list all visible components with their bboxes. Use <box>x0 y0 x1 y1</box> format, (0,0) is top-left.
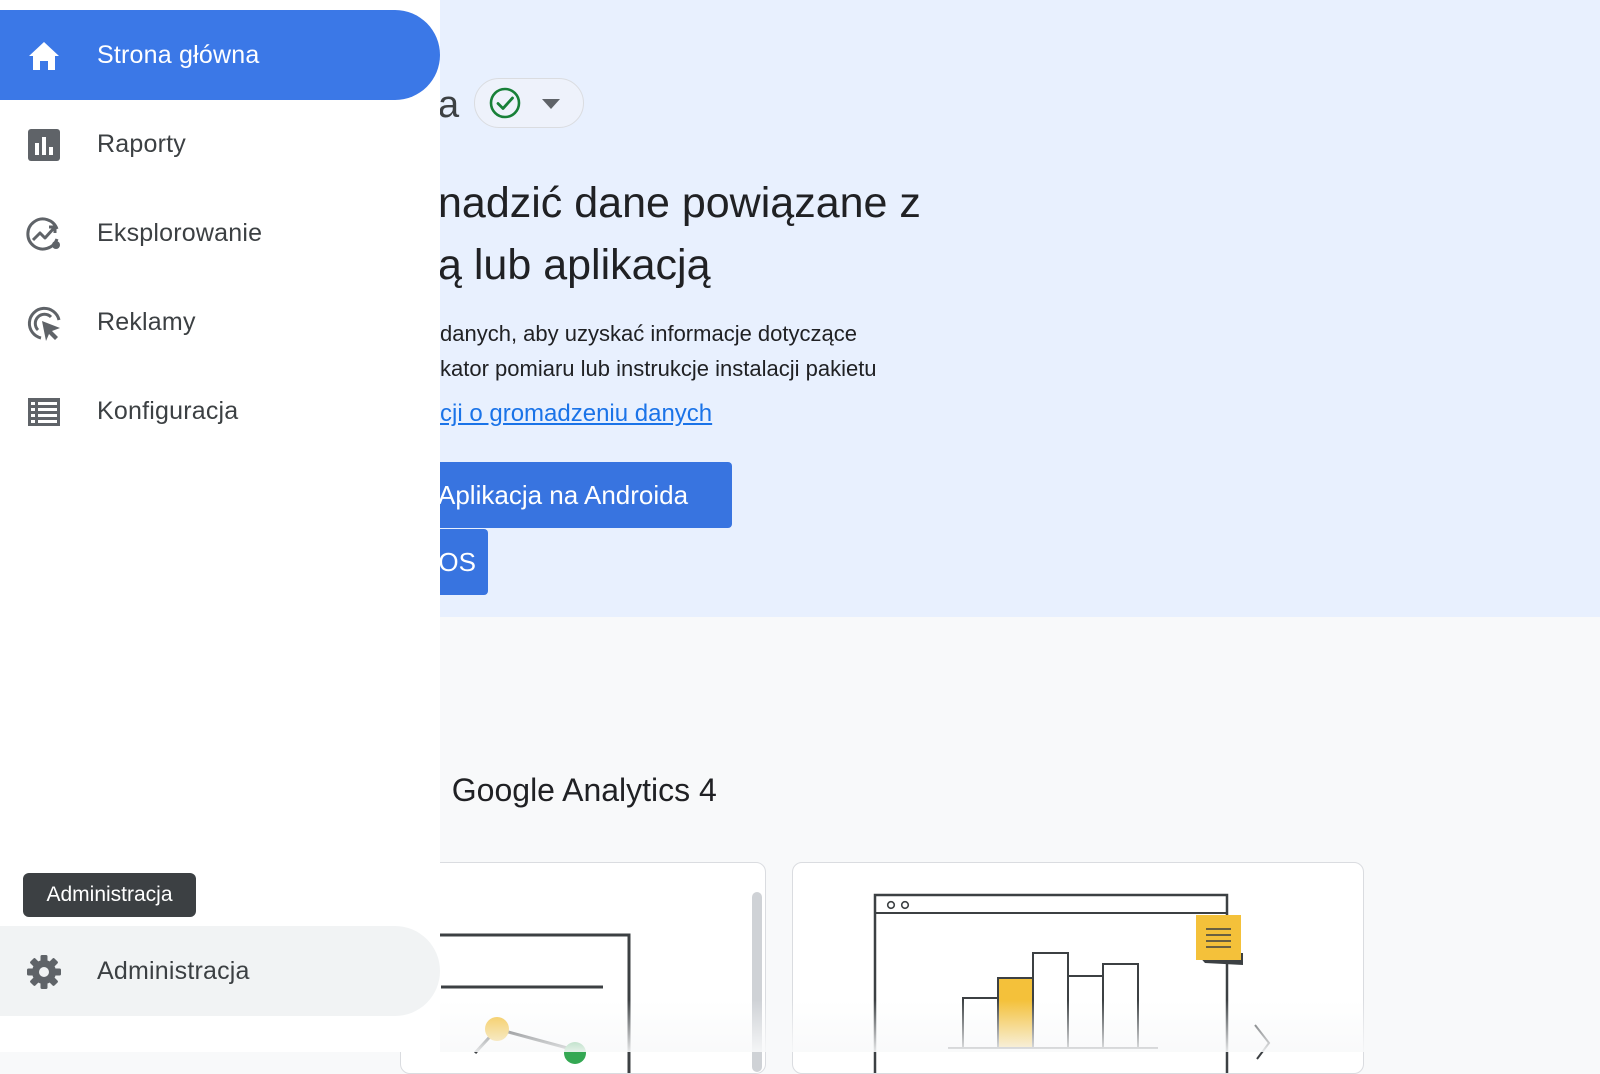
ads-cursor-icon <box>27 306 61 341</box>
headline-line-2: ą lub aplikacją <box>438 241 711 289</box>
gear-icon <box>27 955 61 989</box>
sidebar-item-label: Reklamy <box>97 308 196 336</box>
sidebar-item-label: Administracja <box>97 957 250 985</box>
android-app-button[interactable]: Aplikacja na Androida <box>432 462 732 528</box>
page-title: a <box>438 84 460 126</box>
setup-description: danych, aby uzyskać informacje dotyczące… <box>440 316 877 386</box>
data-status-dropdown[interactable] <box>474 78 584 128</box>
sidebar-item-explore[interactable]: Eksplorowanie <box>0 188 440 278</box>
sidebar-item-label: Eksplorowanie <box>97 219 263 247</box>
home-icon <box>29 42 59 70</box>
ios-app-button[interactable]: OS <box>432 529 488 595</box>
sidebar-item-reports[interactable]: Raporty <box>0 99 440 189</box>
list-icon <box>28 398 60 426</box>
learn-more-link[interactable]: cji o gromadzeniu danych <box>440 400 712 428</box>
description-line-2: kator pomiaru lub instrukcje instalacji … <box>440 356 877 381</box>
sidebar-item-admin[interactable]: Administracja <box>0 926 440 1016</box>
sidebar-item-configure[interactable]: Konfiguracja <box>0 366 440 456</box>
explore-trend-icon <box>26 217 60 251</box>
sidebar-item-label: Strona główna <box>97 41 260 69</box>
sidebar-item-home[interactable]: Strona główna <box>0 10 440 100</box>
sidebar-item-label: Konfiguracja <box>97 397 239 425</box>
description-line-1: danych, aby uzyskać informacje dotyczące <box>440 321 857 346</box>
caret-down-icon <box>542 99 560 109</box>
ios-button-label: OS <box>438 547 476 577</box>
admin-tooltip: Administracja <box>23 873 196 917</box>
headline-line-1: nadzić dane powiązane z <box>438 179 921 227</box>
section-title: : Google Analytics 4 <box>434 772 717 808</box>
sidebar-item-ads[interactable]: Reklamy <box>0 277 440 367</box>
setup-headline: nadzić dane powiązane z ą lub aplikacją <box>438 172 921 296</box>
bar-chart-icon <box>28 129 60 161</box>
sidebar-item-label: Raporty <box>97 130 186 158</box>
check-circle-icon <box>489 87 521 119</box>
